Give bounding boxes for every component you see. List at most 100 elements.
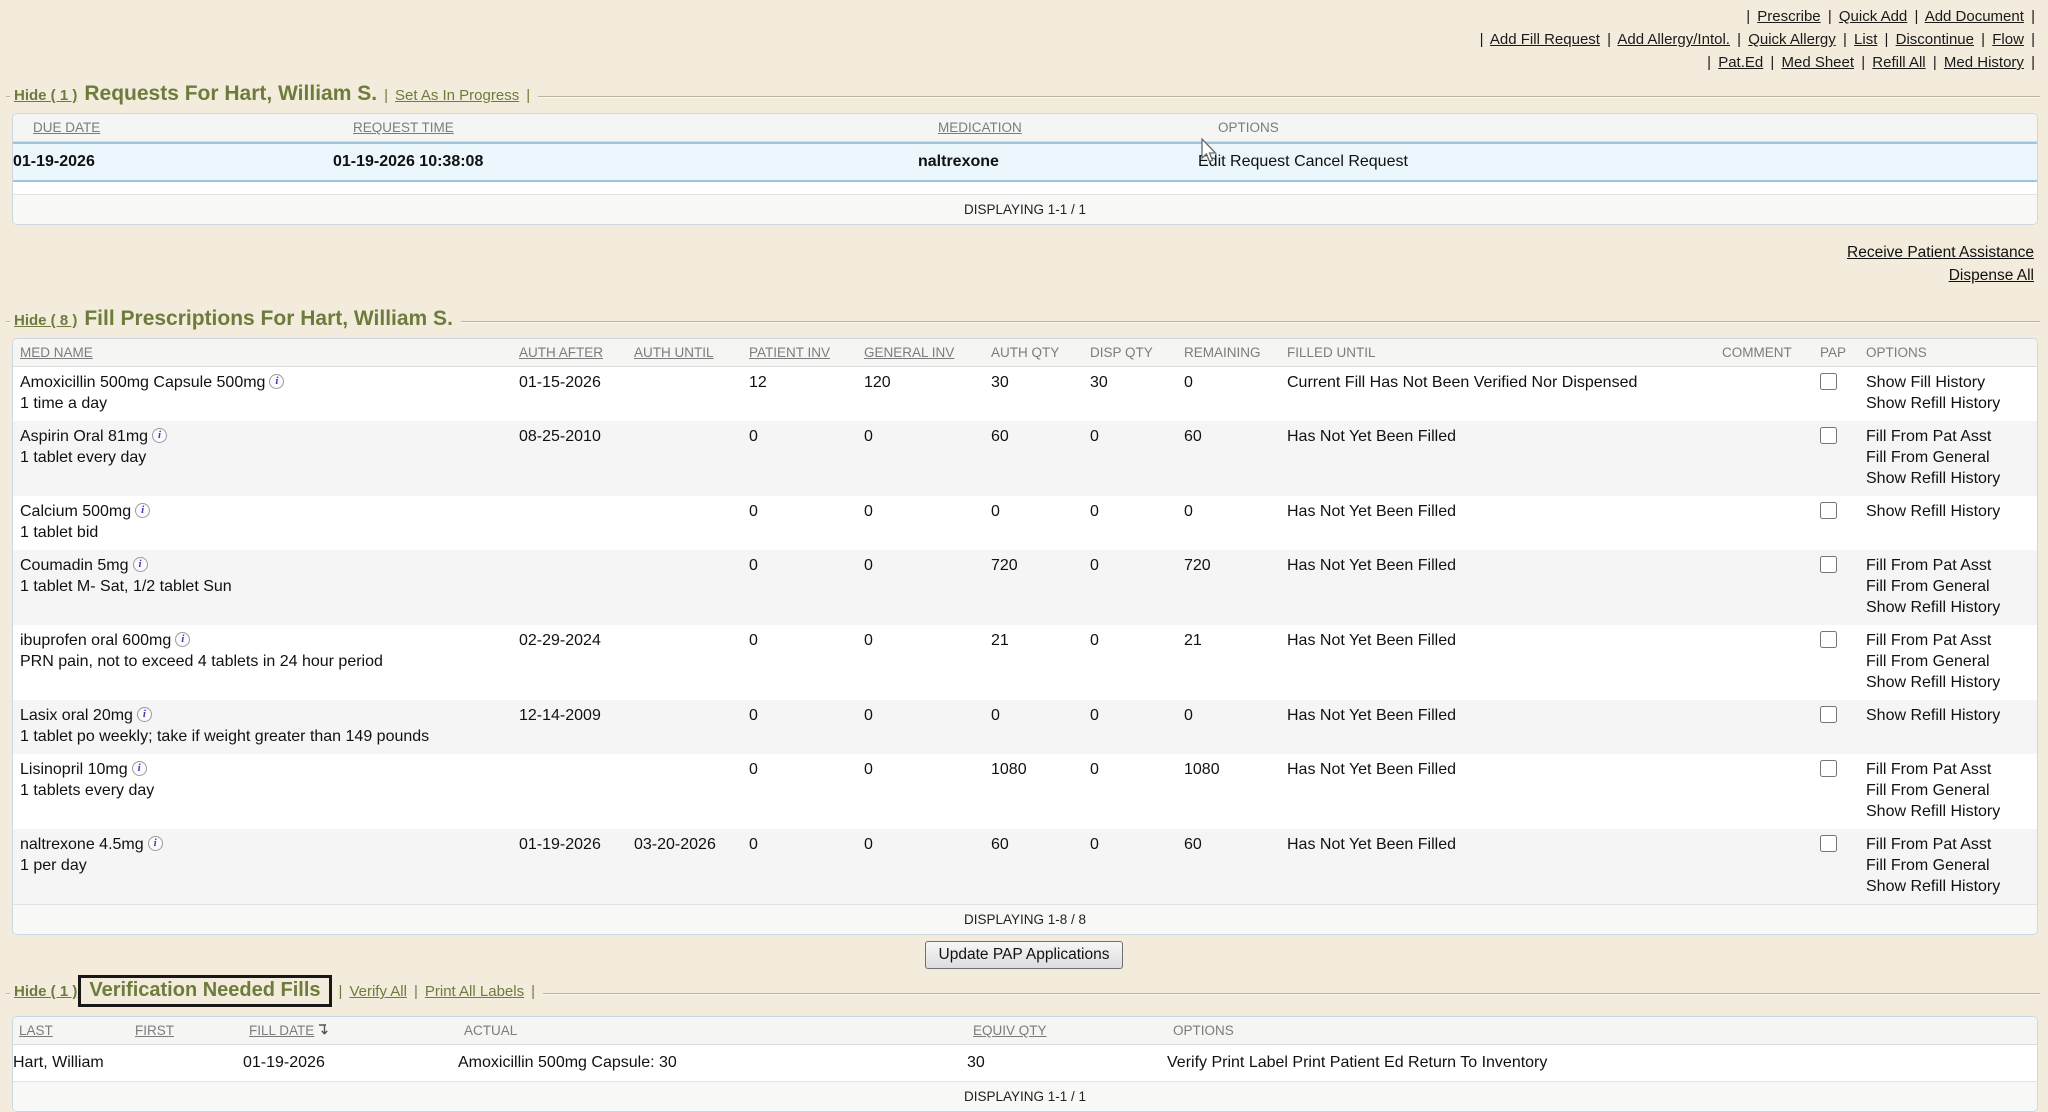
show-refill-history-link[interactable]: Show Refill History <box>1866 674 2000 691</box>
show-refill-history-link[interactable]: Show Refill History <box>1866 803 2000 820</box>
pap-checkbox[interactable] <box>1820 556 1837 573</box>
disp-qty: 0 <box>1090 834 1184 897</box>
pap-checkbox[interactable] <box>1820 631 1837 648</box>
column-header-fill-date[interactable]: FILL DATE <box>249 1023 314 1038</box>
patient-first-name <box>129 1052 243 1073</box>
nav-link-quick-add[interactable]: Quick Add <box>1839 8 1907 25</box>
nav-link-med-sheet[interactable]: Med Sheet <box>1781 54 1854 71</box>
column-header-auth-until[interactable]: AUTH UNTIL <box>634 345 749 360</box>
verify-link[interactable]: Verify <box>1167 1054 1207 1071</box>
nav-link-flow[interactable]: Flow <box>1992 31 2024 48</box>
column-header-medication[interactable]: MEDICATION <box>938 120 1218 135</box>
disp-qty: 0 <box>1090 705 1184 747</box>
pap-checkbox[interactable] <box>1820 760 1837 777</box>
show-fill-history-link[interactable]: Show Fill History <box>1866 374 1985 391</box>
separator: | <box>414 983 418 1000</box>
med-name: Coumadin 5mg <box>20 557 129 574</box>
column-header-patient-inv[interactable]: PATIENT INV <box>749 345 864 360</box>
nav-link-prescribe[interactable]: Prescribe <box>1757 8 1820 25</box>
dispense-all-link[interactable]: Dispense All <box>0 264 2034 287</box>
med-name: Lisinopril 10mg <box>20 761 128 778</box>
requests-hide-link[interactable]: Hide ( 1 ) <box>14 87 77 104</box>
fills-hide-link[interactable]: Hide ( 8 ) <box>14 312 77 329</box>
verify-all-link[interactable]: Verify All <box>349 983 407 1000</box>
fill-from-pat-asst-link[interactable]: Fill From Pat Asst <box>1866 557 1991 574</box>
verification-section-title: Verification Needed Fills <box>89 979 320 1001</box>
column-header-due-date[interactable]: DUE DATE <box>33 120 353 135</box>
column-header-disp-qty: DISP QTY <box>1090 345 1184 360</box>
nav-link-add-document[interactable]: Add Document <box>1925 8 2024 25</box>
column-header-med-name[interactable]: MED NAME <box>20 345 519 360</box>
nav-link-med-history[interactable]: Med History <box>1944 54 2024 71</box>
nav-link-refill-all[interactable]: Refill All <box>1872 54 1925 71</box>
info-icon[interactable]: i <box>137 707 152 722</box>
nav-link-add-allergy-intol[interactable]: Add Allergy/Intol. <box>1617 31 1730 48</box>
nav-link-list[interactable]: List <box>1854 31 1877 48</box>
auth-after: 01-19-2026 <box>519 834 634 897</box>
general-inv: 0 <box>864 834 991 897</box>
show-refill-history-link[interactable]: Show Refill History <box>1866 707 2000 724</box>
fill-row-naltrexone: naltrexone 4.5mgi1 per day 01-19-2026 03… <box>13 829 2037 904</box>
show-refill-history-link[interactable]: Show Refill History <box>1866 470 2000 487</box>
request-medication: naltrexone <box>918 151 1198 172</box>
column-header-auth-after[interactable]: AUTH AFTER <box>519 345 634 360</box>
verification-hide-link[interactable]: Hide ( 1 ) <box>14 983 77 1000</box>
print-patient-ed-link[interactable]: Print Patient Ed <box>1292 1054 1403 1071</box>
set-as-in-progress-link[interactable]: Set As In Progress <box>395 87 519 104</box>
show-refill-history-link[interactable]: Show Refill History <box>1866 599 2000 616</box>
info-icon[interactable]: i <box>132 761 147 776</box>
pap-checkbox[interactable] <box>1820 502 1837 519</box>
column-header-request-time[interactable]: REQUEST TIME <box>353 120 938 135</box>
fill-from-pat-asst-link[interactable]: Fill From Pat Asst <box>1866 836 1991 853</box>
pap-checkbox[interactable] <box>1820 427 1837 444</box>
auth-qty: 60 <box>991 426 1090 489</box>
auth-until <box>634 501 749 543</box>
fill-from-pat-asst-link[interactable]: Fill From Pat Asst <box>1866 761 1991 778</box>
info-icon[interactable]: i <box>148 836 163 851</box>
filled-until: Has Not Yet Been Filled <box>1287 630 1722 693</box>
info-icon[interactable]: i <box>152 428 167 443</box>
edit-request-link[interactable]: Edit Request <box>1198 153 1290 170</box>
info-icon[interactable]: i <box>269 374 284 389</box>
fill-from-pat-asst-link[interactable]: Fill From Pat Asst <box>1866 428 1991 445</box>
column-header-general-inv[interactable]: GENERAL INV <box>864 345 991 360</box>
show-refill-history-link[interactable]: Show Refill History <box>1866 395 2000 412</box>
update-pap-applications-button[interactable]: Update PAP Applications <box>925 941 1124 969</box>
pap-checkbox[interactable] <box>1820 835 1837 852</box>
general-inv: 120 <box>864 372 991 414</box>
pap-checkbox[interactable] <box>1820 706 1837 723</box>
request-row[interactable]: 01-19-2026 01-19-2026 10:38:08 naltrexon… <box>13 142 2037 182</box>
fill-from-general-link[interactable]: Fill From General <box>1866 857 1990 874</box>
fill-from-general-link[interactable]: Fill From General <box>1866 653 1990 670</box>
info-icon[interactable]: i <box>133 557 148 572</box>
nav-link-pat-ed[interactable]: Pat.Ed <box>1718 54 1763 71</box>
remaining: 720 <box>1184 555 1287 618</box>
filled-until: Has Not Yet Been Filled <box>1287 834 1722 897</box>
show-refill-history-link[interactable]: Show Refill History <box>1866 878 2000 895</box>
print-label-link[interactable]: Print Label <box>1211 1054 1288 1071</box>
auth-until <box>634 555 749 618</box>
print-all-labels-link[interactable]: Print All Labels <box>425 983 524 1000</box>
info-icon[interactable]: i <box>175 632 190 647</box>
fill-from-general-link[interactable]: Fill From General <box>1866 578 1990 595</box>
fill-from-general-link[interactable]: Fill From General <box>1866 782 1990 799</box>
top-nav-row-3: | Pat.Ed | Med Sheet | Refill All | Med … <box>0 51 2038 74</box>
cancel-request-link[interactable]: Cancel Request <box>1294 153 1408 170</box>
auth-after: 01-15-2026 <box>519 372 634 414</box>
column-header-first[interactable]: FIRST <box>135 1023 249 1038</box>
info-icon[interactable]: i <box>135 503 150 518</box>
pap-checkbox[interactable] <box>1820 373 1837 390</box>
requests-section-title: Requests For Hart, William S. <box>84 82 377 106</box>
fill-from-pat-asst-link[interactable]: Fill From Pat Asst <box>1866 632 1991 649</box>
column-header-last[interactable]: LAST <box>19 1023 135 1038</box>
nav-link-add-fill-request[interactable]: Add Fill Request <box>1490 31 1600 48</box>
column-header-equiv-qty[interactable]: EQUIV QTY <box>973 1023 1173 1038</box>
nav-link-discontinue[interactable]: Discontinue <box>1896 31 1974 48</box>
column-header-options: OPTIONS <box>1218 120 2037 135</box>
show-refill-history-link[interactable]: Show Refill History <box>1866 503 2000 520</box>
receive-patient-assistance-link[interactable]: Receive Patient Assistance <box>0 241 2034 264</box>
return-to-inventory-link[interactable]: Return To Inventory <box>1408 1054 1547 1071</box>
nav-link-quick-allergy[interactable]: Quick Allergy <box>1748 31 1836 48</box>
auth-after <box>519 759 634 822</box>
fill-from-general-link[interactable]: Fill From General <box>1866 449 1990 466</box>
